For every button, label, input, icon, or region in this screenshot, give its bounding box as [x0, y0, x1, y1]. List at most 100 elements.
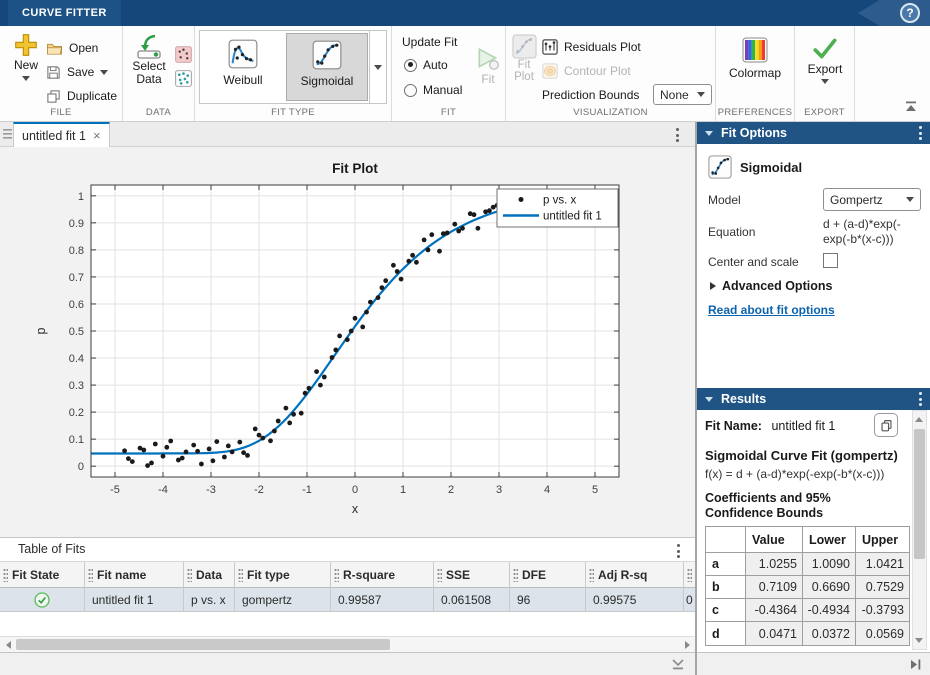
scroll-down-button[interactable] [912, 633, 926, 648]
coeff-name: d [706, 622, 746, 645]
data-point [330, 355, 335, 360]
fit-options-menu-button[interactable] [918, 126, 922, 140]
fit-type-sigmoidal-button[interactable]: Sigmoidal [286, 33, 368, 101]
help-button[interactable]: ? [900, 3, 920, 23]
data-point [153, 442, 158, 447]
column-grip-icon[interactable] [88, 568, 93, 582]
tabstrip-grip-icon[interactable] [3, 128, 12, 141]
results-header[interactable]: Results [697, 388, 930, 410]
copy-icon [880, 419, 893, 432]
data-point [164, 445, 169, 450]
data-point [460, 226, 465, 231]
residuals-plot-label: Residuals Plot [564, 40, 641, 54]
column-grip-icon[interactable] [437, 568, 442, 582]
column-grip-icon[interactable] [238, 568, 243, 582]
advanced-options-expander[interactable]: Advanced Options [710, 279, 832, 293]
section-preferences: Colormap PREFERENCES [716, 26, 795, 121]
column-grip-icon[interactable] [3, 568, 8, 582]
export-button[interactable]: Export [803, 36, 847, 84]
hscrollbar-thumb[interactable] [16, 639, 390, 650]
prediction-bounds-caret [697, 92, 705, 97]
prediction-bounds-label: Prediction Bounds [542, 88, 639, 102]
fit-type-weibull-button[interactable]: Weibull [202, 33, 284, 101]
manual-radio[interactable]: Manual [404, 80, 462, 100]
residuals-plot-button[interactable]: Residuals Plot [542, 37, 641, 57]
vscrollbar-thumb[interactable] [914, 429, 925, 559]
data-point [276, 419, 281, 424]
data-point [222, 455, 227, 460]
table-of-fits-row[interactable]: untitled fit 1p vs. xgompertz0.995870.06… [0, 588, 695, 612]
colormap-button[interactable]: Colormap [725, 36, 785, 80]
fit-options-title: Fit Options [721, 126, 910, 140]
column-header-adj_r_sq[interactable]: Adj R-sq [586, 562, 684, 588]
read-about-fit-options-link[interactable]: Read about fit options [708, 303, 835, 317]
column-header-r_square[interactable]: R-square [331, 562, 434, 588]
y-tick-label: 0.5 [69, 326, 84, 338]
scroll-left-button[interactable] [0, 637, 16, 652]
data-point [360, 325, 365, 330]
x-tick-label: -4 [158, 484, 168, 496]
toolstrip: New Open Save Duplicate [0, 26, 930, 122]
data-point [391, 263, 396, 268]
tab-untitled-fit-1[interactable]: untitled fit 1 × [13, 122, 110, 147]
column-grip-icon[interactable] [513, 568, 518, 582]
cell-adj_r_sq: 0.99575 [586, 588, 684, 612]
results-menu-button[interactable] [918, 392, 922, 406]
data-point [141, 448, 146, 453]
new-button[interactable]: New [6, 32, 46, 81]
minimize-table-button[interactable] [671, 658, 685, 671]
fit-plot-canvas[interactable]: -5-4-3-2-101234500.10.20.30.40.50.60.70.… [0, 147, 695, 537]
select-data-button[interactable]: Select Data [125, 34, 173, 86]
exclude-by-rule-button[interactable] [175, 70, 192, 87]
x-axis-label: x [352, 502, 359, 516]
table-of-fits-menu-button[interactable] [676, 544, 680, 558]
auto-radio[interactable]: Auto [404, 55, 448, 75]
new-dropdown-caret[interactable] [22, 76, 30, 81]
tab-curve-fitter[interactable]: CURVE FITTER [8, 0, 121, 26]
column-header-fit_type[interactable]: Fit type [235, 562, 331, 588]
export-label: Export [808, 62, 843, 76]
column-grip-icon[interactable] [187, 568, 192, 582]
figure-panel-menu-button[interactable] [675, 128, 679, 142]
table-of-fits-hscrollbar[interactable] [0, 636, 695, 652]
coefficients-heading: Coefficients and 95% Confidence Bounds [705, 491, 901, 521]
prediction-bounds-dropdown[interactable]: None [653, 84, 712, 105]
collapse-ribbon-button[interactable] [904, 100, 918, 113]
scroll-up-button[interactable] [912, 412, 926, 427]
data-point [383, 278, 388, 283]
scroll-right-button[interactable] [679, 637, 695, 652]
tab-close-icon[interactable]: × [93, 128, 101, 143]
column-header-dfe[interactable]: DFE [510, 562, 586, 588]
model-dropdown[interactable]: Gompertz [823, 188, 921, 211]
legend-entry-data: p vs. x [543, 195, 576, 207]
y-tick-label: 0.8 [69, 245, 84, 257]
save-dropdown-caret[interactable] [100, 70, 108, 75]
column-grip-icon[interactable] [589, 568, 594, 582]
results-collapse-icon[interactable] [705, 397, 713, 402]
exclude-outliers-button[interactable] [175, 46, 192, 63]
data-point [299, 411, 304, 416]
column-header-fit_state[interactable]: Fit State [0, 562, 85, 588]
export-caret[interactable] [821, 79, 829, 84]
plot-title: Fit Plot [332, 161, 378, 176]
collapse-ribbon-icon [904, 100, 918, 113]
copy-results-button[interactable] [874, 413, 898, 437]
open-button[interactable]: Open [46, 38, 98, 58]
column-header-fit_name[interactable]: Fit name [85, 562, 184, 588]
section-export: Export EXPORT [795, 26, 855, 121]
column-header-data[interactable]: Data [184, 562, 235, 588]
column-grip-icon[interactable] [334, 568, 339, 582]
data-point [207, 447, 212, 452]
fit-options-collapse-icon[interactable] [705, 131, 713, 136]
center-and-scale-checkbox[interactable] [823, 253, 838, 268]
save-button[interactable]: Save [46, 62, 108, 82]
coeff-name: c [706, 599, 746, 622]
fit-options-header[interactable]: Fit Options [697, 122, 930, 144]
expand-panel-button[interactable] [908, 658, 922, 671]
column-header-sse[interactable]: SSE [434, 562, 510, 588]
duplicate-button[interactable]: Duplicate [46, 86, 117, 106]
fit-type-gallery-dropdown[interactable] [369, 31, 386, 103]
results-vscrollbar[interactable] [912, 410, 927, 650]
data-point [180, 456, 185, 461]
coeff-value: 0.7529 [856, 576, 909, 599]
